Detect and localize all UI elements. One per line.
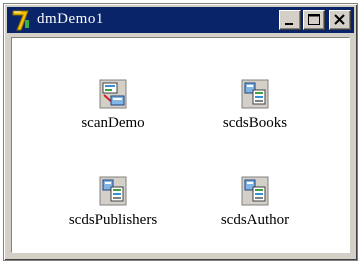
dataset-component-icon xyxy=(241,79,269,109)
app-logo-7-icon[interactable] xyxy=(11,8,31,32)
item-label: scdsPublishers xyxy=(68,212,158,228)
item-label: scanDemo xyxy=(81,115,145,131)
window-controls xyxy=(279,10,351,30)
scanner-component-icon xyxy=(99,79,127,109)
component-scdsbooks[interactable]: scdsBooks xyxy=(195,79,315,132)
title-bar[interactable]: dmDemo1 xyxy=(7,7,354,33)
dataset-component-icon xyxy=(99,176,127,206)
close-button[interactable] xyxy=(329,10,351,30)
component-scandemo[interactable]: scanDemo xyxy=(53,79,173,132)
app-window: dmDemo1 scanDemo scdsBooks scdsPublisher… xyxy=(3,3,358,261)
item-label: scdsBooks xyxy=(222,115,288,131)
dataset-component-icon xyxy=(241,176,269,206)
window-title: dmDemo1 xyxy=(37,11,104,27)
minimize-icon xyxy=(285,23,293,25)
close-icon xyxy=(334,14,345,25)
maximize-icon xyxy=(308,14,320,25)
minimize-button[interactable] xyxy=(279,10,301,30)
component-scdsauthor[interactable]: scdsAuthor xyxy=(195,176,315,229)
maximize-button[interactable] xyxy=(303,10,325,30)
form-client-area: scanDemo scdsBooks scdsPublishers scdsAu… xyxy=(11,37,350,253)
component-scdspublishers[interactable]: scdsPublishers xyxy=(53,176,173,229)
item-label: scdsAuthor xyxy=(220,212,290,228)
